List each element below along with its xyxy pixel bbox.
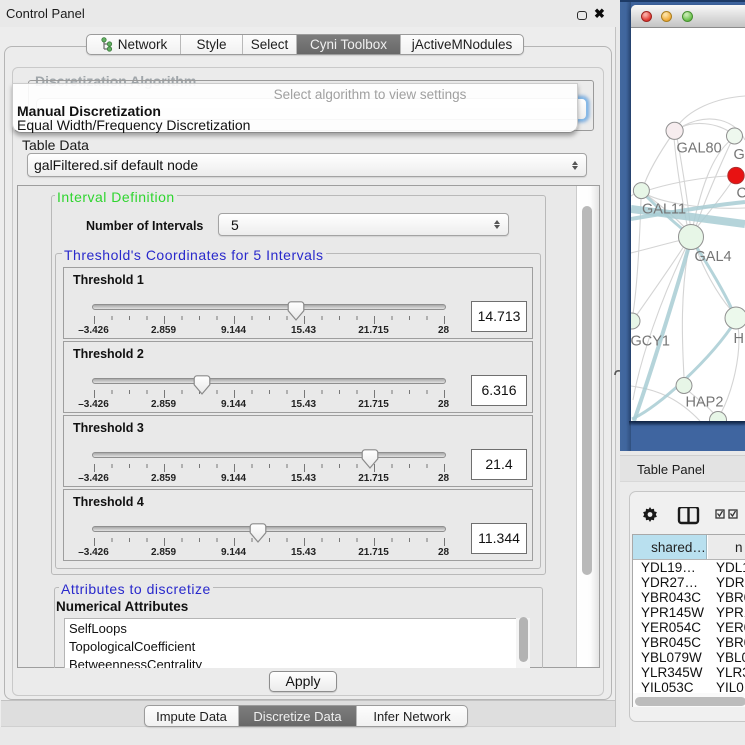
- svg-text:HAP2: HAP2: [686, 395, 724, 411]
- svg-text:GAL4: GAL4: [695, 249, 732, 265]
- svg-text:GA: GA: [734, 147, 745, 163]
- svg-text:GAL80: GAL80: [677, 141, 722, 157]
- svg-text:H: H: [734, 331, 744, 347]
- svg-text:GAL11: GAL11: [642, 202, 686, 218]
- svg-text:C: C: [737, 186, 745, 202]
- svg-text:GCY1: GCY1: [631, 334, 670, 350]
